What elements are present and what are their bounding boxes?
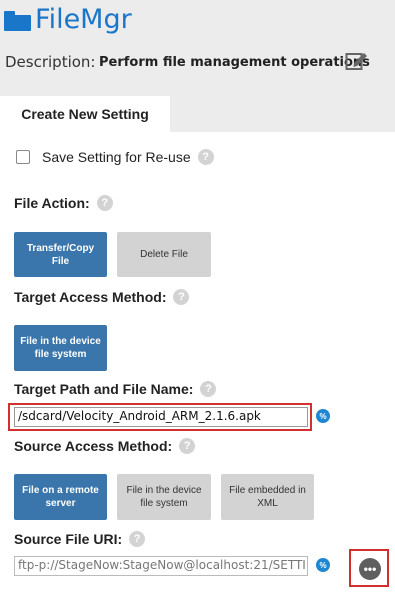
source-device-file-system-button[interactable]: File in the device file system (117, 474, 211, 520)
target-access-row: Target Access Method: ? (14, 289, 190, 305)
save-setting-row: Save Setting for Re-use ? (16, 149, 214, 165)
help-icon[interactable]: ? (197, 149, 214, 165)
source-embedded-xml-button[interactable]: File embedded in XML (221, 474, 314, 520)
save-setting-label: Save Setting for Re-use (42, 149, 191, 165)
macro-icon[interactable]: % (316, 409, 330, 423)
help-icon[interactable]: ? (173, 289, 190, 305)
help-icon[interactable]: ? (129, 531, 146, 547)
source-access-row: Source Access Method: ? (14, 438, 196, 454)
folder-icon (4, 9, 31, 31)
tab-create-new-setting[interactable]: Create New Setting (0, 96, 170, 132)
target-path-highlight (8, 403, 312, 431)
target-path-label: Target Path and File Name: (14, 381, 194, 397)
edit-icon[interactable] (345, 50, 369, 72)
file-action-label: File Action: (14, 195, 90, 211)
help-icon[interactable]: ? (179, 438, 196, 454)
delete-file-button[interactable]: Delete File (117, 232, 211, 277)
target-path-row: Target Path and File Name: ? (14, 381, 217, 397)
source-access-label: Source Access Method: (14, 438, 173, 454)
description-label: Description: (5, 53, 96, 71)
source-remote-server-button[interactable]: File on a remote server (14, 474, 107, 520)
source-uri-row: Source File URI: ? (14, 531, 146, 547)
description-value: Perform file management operations (99, 55, 370, 70)
app-title: FileMgr (35, 4, 132, 35)
save-setting-checkbox[interactable] (16, 150, 30, 164)
help-icon[interactable]: ? (96, 195, 113, 211)
source-uri-input[interactable]: ftp-p://StageNow:StageNow@localhost:21/S… (14, 556, 308, 576)
transfer-copy-file-button[interactable]: Transfer/Copy File (14, 232, 107, 277)
file-action-row: File Action: ? (14, 195, 113, 211)
target-device-file-system-button[interactable]: File in the device file system (14, 325, 107, 371)
macro-icon[interactable]: % (316, 558, 330, 572)
help-icon[interactable]: ? (200, 381, 217, 397)
target-access-label: Target Access Method: (14, 289, 167, 305)
app-header: FileMgr (4, 4, 132, 35)
source-uri-label: Source File URI: (14, 531, 123, 547)
more-options-icon[interactable]: ••• (359, 558, 381, 580)
